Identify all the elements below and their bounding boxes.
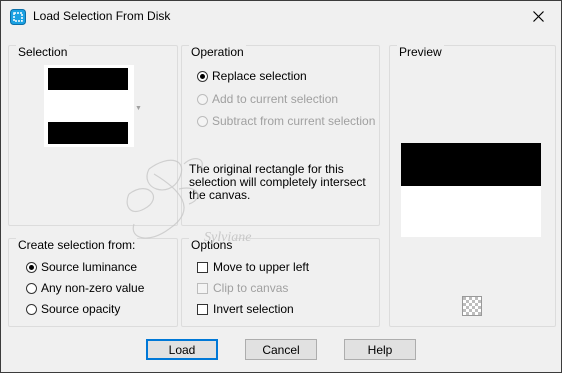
- radio-label: Subtract from current selection: [212, 114, 376, 128]
- radio-source-opacity[interactable]: Source opacity: [26, 302, 120, 316]
- radio-circle: [26, 261, 37, 273]
- checkbox-box: [197, 303, 208, 315]
- checkbox-invert-selection[interactable]: Invert selection: [197, 302, 294, 316]
- operation-info-text: The original rectangle for this selectio…: [189, 162, 366, 202]
- operation-group-title: Operation: [189, 45, 246, 59]
- window-title: Load Selection From Disk: [33, 9, 171, 23]
- preview-image: [401, 143, 541, 237]
- checker-icon[interactable]: [462, 296, 482, 316]
- radio-label: Add to current selection: [212, 92, 339, 106]
- radio-replace-selection[interactable]: Replace selection: [197, 69, 307, 83]
- create-from-group-title: Create selection from:: [16, 238, 138, 252]
- radio-label: Replace selection: [212, 69, 307, 83]
- checkbox-label: Move to upper left: [213, 260, 310, 274]
- checkbox-box: [197, 282, 208, 294]
- checkbox-move-upper-left[interactable]: Move to upper left: [197, 260, 309, 274]
- dialog-window: Load Selection From Disk Selection ▼ Ope…: [0, 0, 562, 373]
- checkbox-label: Invert selection: [213, 302, 294, 316]
- radio-circle: [197, 93, 208, 105]
- selection-group-title: Selection: [16, 45, 70, 59]
- radio-circle: [26, 303, 37, 315]
- preview-group-title: Preview: [397, 45, 444, 59]
- close-icon: [532, 11, 544, 22]
- dropdown-arrow-icon[interactable]: ▼: [135, 105, 142, 112]
- radio-circle: [26, 282, 37, 294]
- help-button[interactable]: Help: [344, 339, 416, 360]
- cancel-button[interactable]: Cancel: [245, 339, 317, 360]
- options-group-title: Options: [189, 238, 235, 252]
- radio-subtract-selection[interactable]: Subtract from current selection: [197, 114, 375, 128]
- checkbox-label: Clip to canvas: [213, 281, 289, 295]
- checkbox-box: [197, 261, 208, 273]
- preview-black-region: [401, 143, 541, 186]
- thumbnail-bar-bottom: [48, 122, 128, 144]
- close-button[interactable]: [515, 1, 561, 32]
- title-bar: Load Selection From Disk: [1, 1, 561, 32]
- radio-source-luminance[interactable]: Source luminance: [26, 260, 137, 274]
- load-button[interactable]: Load: [146, 339, 218, 360]
- radio-label: Any non-zero value: [41, 281, 145, 295]
- radio-label: Source opacity: [41, 302, 121, 316]
- radio-circle: [197, 115, 208, 127]
- thumbnail-bar-top: [48, 68, 128, 90]
- app-icon: [10, 9, 26, 25]
- radio-circle: [197, 70, 208, 82]
- selection-thumbnail[interactable]: [44, 65, 134, 147]
- checkbox-clip-to-canvas[interactable]: Clip to canvas: [197, 281, 288, 295]
- radio-any-non-zero[interactable]: Any non-zero value: [26, 281, 144, 295]
- radio-label: Source luminance: [41, 260, 138, 274]
- radio-add-selection[interactable]: Add to current selection: [197, 92, 338, 106]
